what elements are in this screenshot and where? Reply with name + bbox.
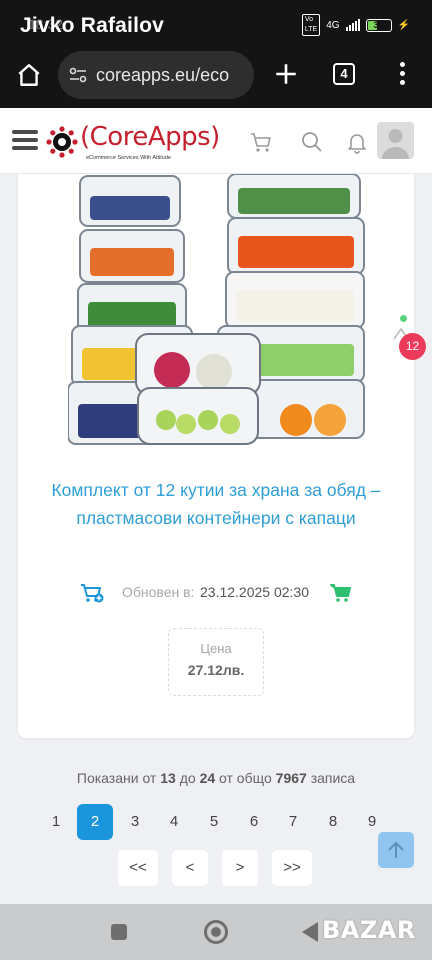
site-settings-icon[interactable] [68, 65, 88, 85]
new-tab-icon[interactable] [273, 61, 299, 87]
page-link[interactable]: 1 [38, 804, 74, 840]
site-logo[interactable]: (CoreApps) eCommerce Services With Attit… [46, 120, 220, 166]
address-bar[interactable]: coreapps.eu/eco [58, 51, 254, 99]
battery-icon: 39 [365, 18, 392, 32]
price-box: Цена 27.12лв. [168, 628, 264, 696]
scroll-to-top-button[interactable] [378, 832, 414, 868]
summary-suffix: записа [310, 770, 356, 786]
hamburger-menu-icon[interactable] [12, 130, 38, 152]
tab-switcher-button[interactable]: 4 [333, 63, 355, 85]
add-to-cart-icon[interactable] [80, 582, 104, 604]
page-nav: << < > >> [118, 850, 318, 886]
price-label: Цена [200, 641, 232, 656]
watermark-logo: BAZAR [322, 916, 416, 944]
arrow-up-icon [388, 841, 404, 858]
page-link[interactable]: 6 [236, 804, 272, 840]
logo-text: (CoreApps) [80, 122, 220, 152]
network-type: 4G [326, 19, 340, 31]
page-link[interactable]: 4 [156, 804, 192, 840]
prev-page-button[interactable]: < [172, 850, 208, 886]
updated-date: 23.12.2025 02:30 [200, 584, 309, 600]
bell-icon[interactable] [345, 130, 369, 154]
page-link[interactable]: 7 [275, 804, 311, 840]
summary-total-word: от общо [219, 770, 272, 786]
cart-icon[interactable] [249, 130, 273, 154]
next-page-button[interactable]: > [222, 850, 258, 886]
first-page-button[interactable]: << [118, 850, 158, 886]
charging-icon: ⚡ [397, 19, 410, 31]
battery-level: 39 [373, 19, 384, 30]
logo-tagline: eCommerce Services With Attitude [86, 155, 171, 161]
browser-menu-icon[interactable] [398, 60, 406, 88]
page-list: 1 2 3 4 5 6 7 8 9 [35, 804, 395, 840]
logo-gear-icon [46, 126, 78, 158]
volte-icon: Vo LTE [301, 14, 321, 36]
page-link[interactable]: 3 [117, 804, 153, 840]
page-link[interactable]: 8 [315, 804, 351, 840]
summary-from: 13 [160, 770, 176, 786]
notification-owner-name: Jivko Rafailov [20, 14, 165, 37]
cart-check-icon[interactable] [330, 582, 354, 604]
status-bar: 18:32 Jivko Rafailov Vo LTE 4G 39 ⚡ [0, 0, 432, 44]
signal-icon [345, 19, 360, 31]
product-card[interactable]: Комплект от 12 кутии за храна за обяд – … [18, 174, 414, 738]
updated-label: Обновен в: [122, 584, 195, 600]
page-link[interactable]: 5 [196, 804, 232, 840]
home-nav-icon[interactable] [204, 920, 228, 944]
recents-icon[interactable] [111, 924, 127, 940]
home-icon[interactable] [16, 62, 42, 88]
summary-to-word: до [179, 770, 196, 786]
last-page-button[interactable]: >> [272, 850, 312, 886]
browser-toolbar: coreapps.eu/eco 4 [0, 44, 432, 108]
side-count-badge[interactable]: 12 [399, 333, 426, 360]
online-dot [400, 315, 407, 322]
avatar[interactable] [377, 122, 414, 159]
url-text: coreapps.eu/eco [96, 65, 230, 85]
summary-total: 7967 [275, 770, 307, 786]
product-title[interactable]: Комплект от 12 кутии за храна за обяд – … [46, 476, 386, 532]
system-nav-bar: BAZAR [0, 904, 432, 960]
user-icon [382, 129, 409, 159]
status-indicators: Vo LTE 4G 39 ⚡ [301, 14, 410, 36]
search-icon[interactable] [300, 130, 324, 154]
price-value: 27.12лв. [187, 662, 245, 678]
pagination: Показани от 13 до 24 от общо 7967 записа… [18, 758, 414, 908]
results-summary: Показани от 13 до 24 от общо 7967 записа [18, 770, 414, 786]
page-link-active[interactable]: 2 [77, 804, 113, 840]
back-icon[interactable] [302, 922, 318, 942]
summary-prefix: Показани от [76, 770, 157, 786]
summary-to: 24 [199, 770, 216, 786]
update-info: Обновен в: 23.12.2025 02:30 [80, 580, 360, 606]
product-image[interactable] [68, 174, 368, 454]
